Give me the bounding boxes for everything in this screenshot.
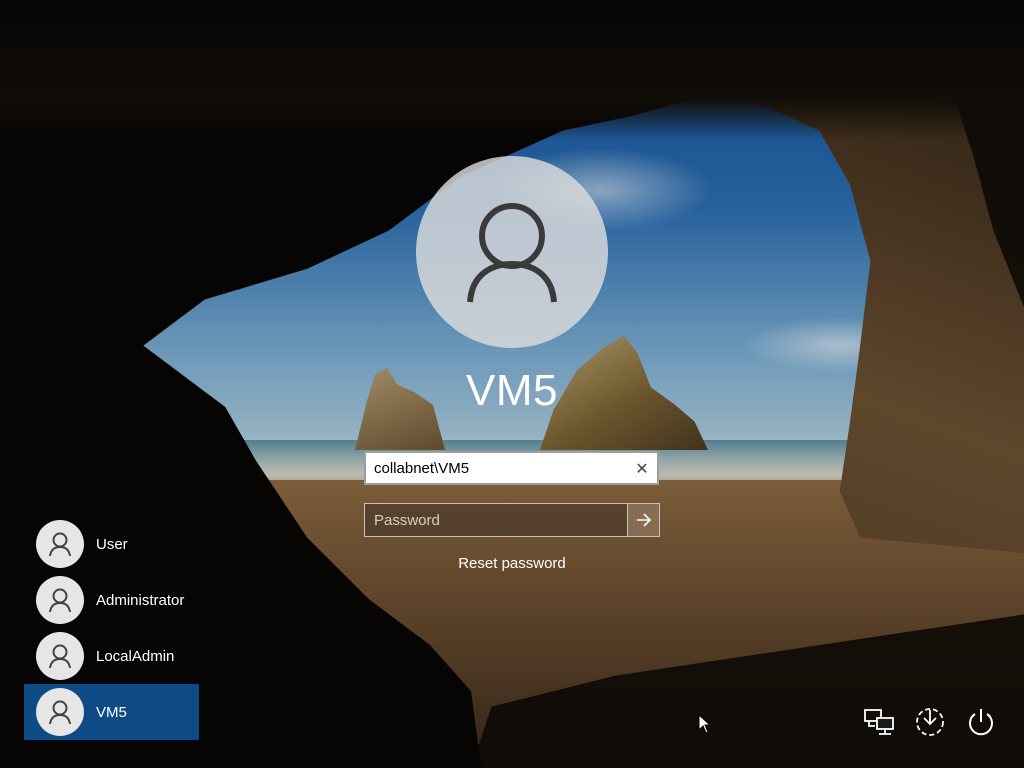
password-field[interactable] [365, 504, 627, 536]
power-icon [969, 709, 993, 736]
avatar [36, 520, 84, 568]
user-list-item-vm5[interactable]: VM5 [24, 684, 199, 740]
username-field[interactable] [366, 453, 627, 483]
user-name-label: VM5 [96, 703, 127, 721]
user-list: User Administrator LocalAdmin VM5 [24, 516, 199, 740]
user-icon [49, 700, 71, 724]
network-button[interactable] [862, 705, 896, 739]
ease-of-access-icon [916, 708, 944, 736]
user-list-item-localadmin[interactable]: LocalAdmin [24, 628, 199, 684]
user-list-item-administrator[interactable]: Administrator [24, 572, 199, 628]
avatar [36, 576, 84, 624]
system-tray [862, 705, 998, 739]
ease-of-access-button[interactable] [913, 705, 947, 739]
user-icon [467, 203, 557, 303]
password-field-container [364, 503, 628, 537]
username-field-container: ✕ [364, 451, 659, 485]
mouse-pointer-icon [698, 714, 712, 734]
arrow-right-icon [636, 513, 651, 527]
user-icon [49, 532, 71, 556]
account-name: VM5 [466, 366, 558, 415]
user-name-label: User [96, 535, 128, 553]
user-icon [49, 588, 71, 612]
password-row [364, 503, 660, 537]
clear-icon[interactable]: ✕ [627, 453, 657, 483]
reset-password-link[interactable]: Reset password [412, 555, 612, 572]
power-button[interactable] [964, 705, 998, 739]
network-icon [864, 709, 894, 735]
user-list-item-user[interactable]: User [24, 516, 199, 572]
submit-button[interactable] [628, 503, 660, 537]
avatar [36, 688, 84, 736]
user-name-label: LocalAdmin [96, 647, 175, 665]
user-name-label: Administrator [96, 591, 185, 609]
user-avatar-large [416, 156, 608, 348]
user-icon [49, 644, 71, 668]
avatar [36, 632, 84, 680]
